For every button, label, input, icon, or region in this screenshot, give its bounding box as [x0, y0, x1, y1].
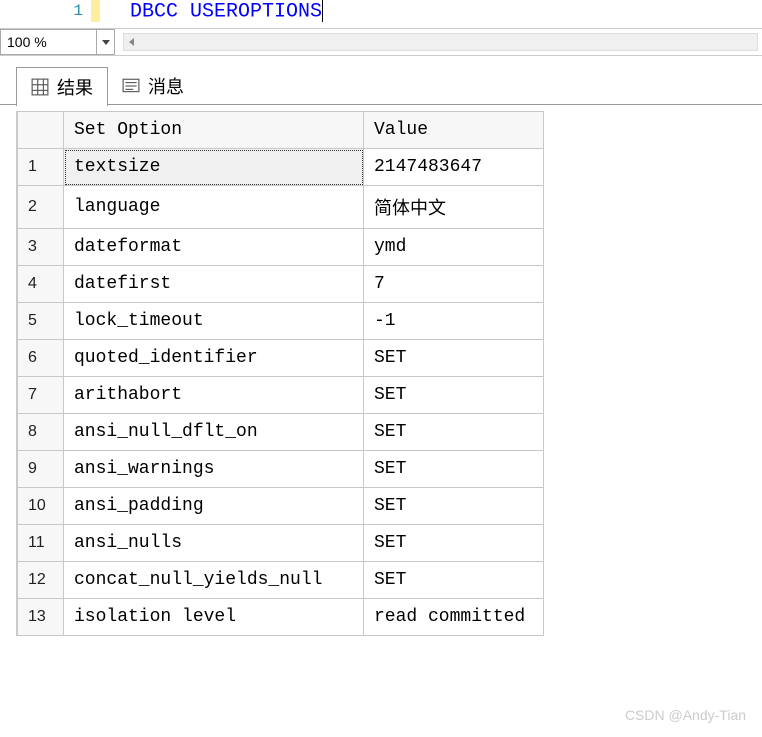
column-header-option[interactable]: Set Option: [64, 112, 364, 149]
horizontal-scrollbar[interactable]: [123, 33, 758, 51]
table-row[interactable]: 2language简体中文: [18, 186, 544, 229]
results-grid[interactable]: Set Option Value 1textsize21474836472lan…: [17, 111, 544, 636]
row-number-cell[interactable]: 12: [18, 562, 64, 599]
cell-value[interactable]: SET: [364, 414, 544, 451]
cell-value[interactable]: SET: [364, 340, 544, 377]
row-number-cell[interactable]: 2: [18, 186, 64, 229]
watermark: CSDN @Andy-Tian: [625, 707, 746, 723]
tab-messages-label: 消息: [148, 73, 184, 99]
table-row[interactable]: 4datefirst7: [18, 266, 544, 303]
sql-statement: DBCC USEROPTIONS: [130, 0, 322, 23]
row-number-cell[interactable]: 13: [18, 599, 64, 636]
cell-value[interactable]: -1: [364, 303, 544, 340]
cell-option[interactable]: textsize: [64, 149, 364, 186]
row-number-cell[interactable]: 11: [18, 525, 64, 562]
text-caret: [322, 0, 323, 22]
grid-icon: [31, 78, 49, 96]
cell-option[interactable]: arithabort: [64, 377, 364, 414]
row-number-cell[interactable]: 3: [18, 229, 64, 266]
cell-value[interactable]: SET: [364, 562, 544, 599]
row-number-cell[interactable]: 9: [18, 451, 64, 488]
row-number-cell[interactable]: 4: [18, 266, 64, 303]
table-row[interactable]: 10ansi_paddingSET: [18, 488, 544, 525]
chevron-down-icon[interactable]: [96, 30, 114, 54]
cell-value[interactable]: SET: [364, 525, 544, 562]
table-row[interactable]: 5lock_timeout-1: [18, 303, 544, 340]
row-number-cell[interactable]: 10: [18, 488, 64, 525]
cell-value[interactable]: ymd: [364, 229, 544, 266]
line-number: 1: [36, 2, 91, 20]
cell-option[interactable]: ansi_null_dflt_on: [64, 414, 364, 451]
tab-results-label: 结果: [57, 74, 93, 100]
results-panel: Set Option Value 1textsize21474836472lan…: [0, 104, 762, 636]
row-number-cell[interactable]: 1: [18, 149, 64, 186]
cell-option[interactable]: isolation level: [64, 599, 364, 636]
zoom-bar: 100 %: [0, 28, 762, 56]
table-row[interactable]: 13isolation levelread committed: [18, 599, 544, 636]
cell-value[interactable]: 7: [364, 266, 544, 303]
tab-results[interactable]: 结果: [16, 67, 108, 106]
zoom-combo[interactable]: 100 %: [0, 29, 115, 55]
table-row[interactable]: 12concat_null_yields_nullSET: [18, 562, 544, 599]
zoom-value: 100 %: [1, 34, 96, 50]
cell-option[interactable]: ansi_padding: [64, 488, 364, 525]
cell-option[interactable]: quoted_identifier: [64, 340, 364, 377]
results-tabs: 结果 消息: [0, 56, 762, 105]
column-header-value[interactable]: Value: [364, 112, 544, 149]
editor-code[interactable]: DBCC USEROPTIONS: [106, 0, 323, 23]
cell-option[interactable]: language: [64, 186, 364, 229]
table-row[interactable]: 8ansi_null_dflt_onSET: [18, 414, 544, 451]
line-gutter: 1: [36, 0, 106, 22]
table-row[interactable]: 7arithabortSET: [18, 377, 544, 414]
cell-option[interactable]: concat_null_yields_null: [64, 562, 364, 599]
scroll-left-icon[interactable]: [124, 34, 138, 50]
cell-option[interactable]: datefirst: [64, 266, 364, 303]
table-row[interactable]: 3dateformatymd: [18, 229, 544, 266]
table-row[interactable]: 9ansi_warningsSET: [18, 451, 544, 488]
sql-editor[interactable]: 1 DBCC USEROPTIONS: [0, 0, 762, 28]
row-number-cell[interactable]: 6: [18, 340, 64, 377]
cell-option[interactable]: lock_timeout: [64, 303, 364, 340]
cell-option[interactable]: ansi_warnings: [64, 451, 364, 488]
corner-header[interactable]: [18, 112, 64, 149]
cell-value[interactable]: 2147483647: [364, 149, 544, 186]
cell-option[interactable]: ansi_nulls: [64, 525, 364, 562]
cell-value[interactable]: SET: [364, 488, 544, 525]
cell-value[interactable]: SET: [364, 451, 544, 488]
cell-value[interactable]: SET: [364, 377, 544, 414]
row-number-cell[interactable]: 7: [18, 377, 64, 414]
table-row[interactable]: 6quoted_identifierSET: [18, 340, 544, 377]
row-number-cell[interactable]: 5: [18, 303, 64, 340]
cell-value[interactable]: read committed: [364, 599, 544, 636]
modified-marker: [91, 0, 100, 22]
messages-icon: [122, 77, 140, 95]
grid-header-row: Set Option Value: [18, 112, 544, 149]
table-row[interactable]: 1textsize2147483647: [18, 149, 544, 186]
tab-messages[interactable]: 消息: [108, 67, 198, 105]
editor-line[interactable]: 1 DBCC USEROPTIONS: [36, 0, 762, 28]
cell-value[interactable]: 简体中文: [364, 186, 544, 229]
table-row[interactable]: 11ansi_nullsSET: [18, 525, 544, 562]
row-number-cell[interactable]: 8: [18, 414, 64, 451]
cell-option[interactable]: dateformat: [64, 229, 364, 266]
